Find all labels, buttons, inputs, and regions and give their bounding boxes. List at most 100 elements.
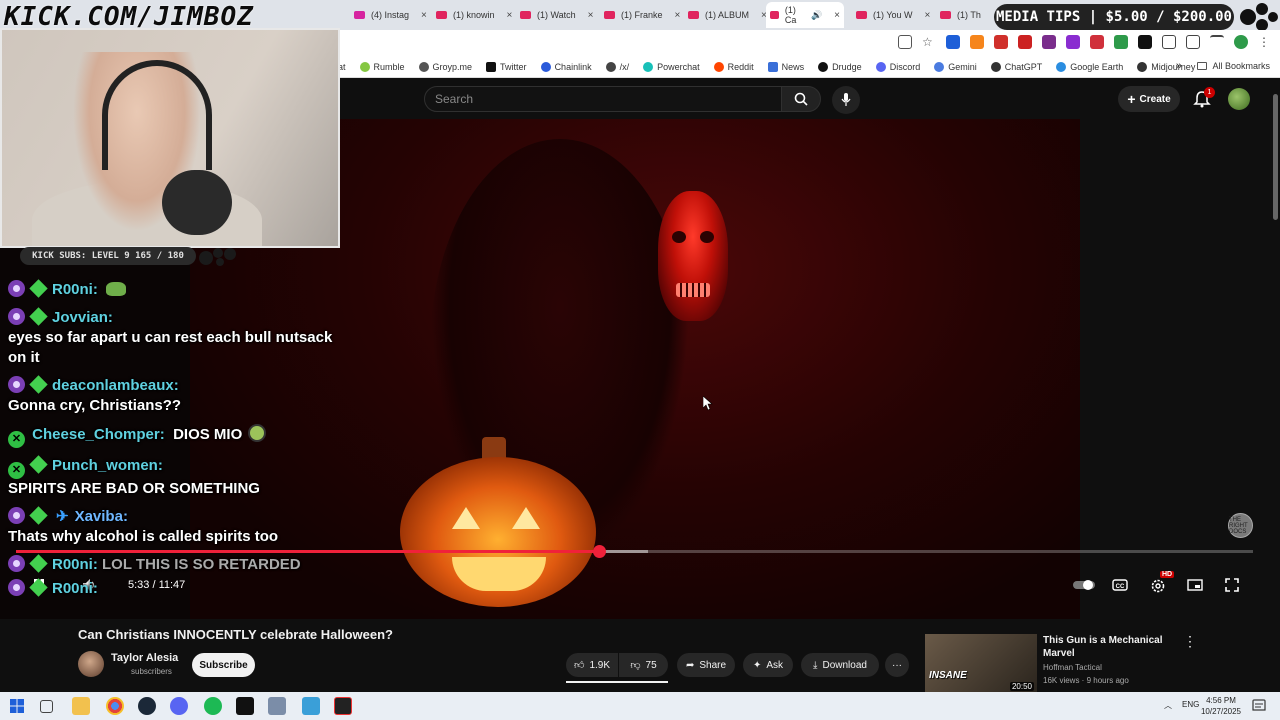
bookmark-powerchat[interactable]: Powerchat [643, 61, 700, 72]
extension-icon[interactable] [946, 35, 960, 49]
close-icon[interactable]: × [834, 10, 840, 21]
kebab-menu-icon[interactable]: ⋮ [1183, 633, 1197, 650]
menu-lines-icon[interactable] [1210, 35, 1224, 49]
close-icon[interactable]: × [421, 10, 427, 21]
clover-icon [605, 61, 616, 72]
skull-teeth [676, 283, 710, 297]
ask-button[interactable]: ✦ Ask [743, 653, 793, 677]
shield-icon[interactable] [994, 35, 1008, 49]
tab[interactable]: (1) You W × [852, 4, 934, 26]
recommended-title[interactable]: This Gun is a Mechanical Marvel [1043, 634, 1183, 660]
close-icon[interactable]: × [925, 10, 931, 21]
bookmark-chatgpt[interactable]: ChatGPT [990, 61, 1042, 72]
language-indicator[interactable]: ENG [1182, 700, 1199, 709]
tab[interactable]: (1) knowin × [432, 4, 516, 26]
chat-text: Thats why alcohol is called spirits too [8, 528, 279, 545]
steam-icon[interactable] [138, 697, 156, 715]
windows-start-icon[interactable] [8, 697, 26, 715]
tab-active[interactable]: (1) Ca 🔊 × [766, 2, 844, 28]
task-view-icon[interactable] [40, 700, 53, 713]
like-button[interactable]: 👍︎ 1.9K [566, 653, 618, 677]
close-icon[interactable]: × [675, 10, 681, 21]
tab[interactable]: (1) Watch × [516, 4, 598, 26]
bookmark-news[interactable]: News [767, 61, 804, 72]
x-icon[interactable] [1138, 35, 1152, 49]
subscriber-badge-icon [8, 507, 25, 524]
extension-icon[interactable] [1090, 35, 1104, 49]
bookmark-google-earth[interactable]: Google Earth [1056, 61, 1123, 72]
install-icon[interactable] [898, 35, 912, 49]
star-icon[interactable]: ☆ [922, 35, 936, 49]
terminal-icon[interactable] [236, 697, 254, 715]
channel-name[interactable]: Taylor Alesia [111, 652, 178, 664]
bookmark-chainlink[interactable]: Chainlink [540, 61, 592, 72]
tab[interactable]: (4) Instag × [350, 4, 431, 26]
download-button[interactable]: ⤓ Download [801, 653, 879, 677]
groyp-icon [418, 61, 429, 72]
bookmark-gemini[interactable]: Gemini [934, 61, 977, 72]
youtube-icon [604, 11, 615, 19]
extension-icon[interactable] [1018, 35, 1032, 49]
chevron-right-icon[interactable]: » [1176, 60, 1182, 72]
kebab-menu-icon[interactable]: ⋮ [1258, 35, 1272, 49]
miniplayer-icon[interactable] [1187, 578, 1203, 592]
chevron-up-icon[interactable]: ︿ [1164, 700, 1172, 711]
notifications-icon[interactable] [1252, 699, 1266, 713]
settings-gear-icon[interactable] [1150, 578, 1166, 594]
page-scrollbar[interactable] [1270, 80, 1280, 692]
fullscreen-icon[interactable] [1225, 578, 1239, 592]
autoplay-toggle-icon[interactable] [1072, 578, 1096, 592]
telegram-icon[interactable] [302, 697, 320, 715]
bookmark-discord[interactable]: Discord [875, 61, 920, 72]
all-bookmarks[interactable]: All Bookmarks [1197, 61, 1270, 71]
subscriber-badge-icon [8, 555, 25, 572]
dislike-button[interactable]: 👎︎ 75 [619, 653, 668, 677]
bookmark-groyp[interactable]: Groyp.me [418, 61, 472, 72]
bookmark-drudge[interactable]: Drudge [818, 61, 862, 72]
channel-watermark[interactable]: THE RIGHT DOCS [1228, 513, 1253, 538]
extension-icon[interactable] [1042, 35, 1056, 49]
bookmark-twitter[interactable]: Twitter [486, 61, 527, 72]
account-avatar[interactable] [1228, 88, 1250, 110]
voice-search-button[interactable] [832, 86, 860, 114]
close-icon[interactable]: × [507, 10, 513, 21]
chrome-icon[interactable] [106, 697, 124, 715]
share-button[interactable]: ➦ Share [677, 653, 735, 677]
extension-icon[interactable] [970, 35, 984, 49]
app-icon[interactable] [268, 697, 286, 715]
youtube-header: Search + Create 1 [340, 79, 1280, 119]
subscribe-button[interactable]: Subscribe [192, 653, 255, 677]
more-actions-button[interactable]: ··· [885, 653, 909, 677]
extension-icon[interactable] [1066, 35, 1080, 49]
search-button[interactable] [781, 86, 821, 112]
puzzle-icon[interactable] [1162, 35, 1176, 49]
close-icon[interactable]: × [588, 10, 594, 21]
recommended-channel[interactable]: Hoffman Tactical [1043, 663, 1102, 672]
diamond-badge-icon [29, 279, 48, 298]
progress-scrubber[interactable] [592, 545, 606, 558]
channel-avatar[interactable] [78, 651, 104, 677]
extension-icon[interactable] [1114, 35, 1128, 49]
tab[interactable]: (1) ALBUM × [684, 4, 771, 26]
app-icon[interactable] [334, 697, 352, 715]
tab[interactable]: (1) Franke × [600, 4, 684, 26]
create-button[interactable]: + Create [1118, 86, 1180, 112]
clock[interactable]: 4:56 PM 10/27/2025 [1198, 695, 1244, 717]
bookmark-midjourney[interactable]: Midjourney [1137, 61, 1195, 72]
tab[interactable]: (1) Th [936, 4, 985, 26]
bookmark-x[interactable]: /x/ [605, 61, 629, 72]
chat-text: eyes so far apart u can rest each bull n… [8, 329, 333, 366]
recommended-thumbnail[interactable]: INSANE 20:50 [925, 634, 1037, 694]
tab-search-icon[interactable] [1186, 35, 1200, 49]
profile-icon[interactable] [1234, 35, 1248, 49]
captions-icon[interactable]: CC [1112, 578, 1128, 592]
rumble-icon [359, 61, 370, 72]
file-explorer-icon[interactable] [72, 697, 90, 715]
search-input[interactable]: Search [424, 86, 782, 112]
bookmark-reddit[interactable]: Reddit [713, 61, 754, 72]
bookmark-rumble[interactable]: Rumble [359, 61, 405, 72]
discord-icon[interactable] [170, 697, 188, 715]
spotify-icon[interactable] [204, 697, 222, 715]
youtube-icon [856, 11, 867, 19]
scrollbar-thumb[interactable] [1273, 94, 1278, 220]
